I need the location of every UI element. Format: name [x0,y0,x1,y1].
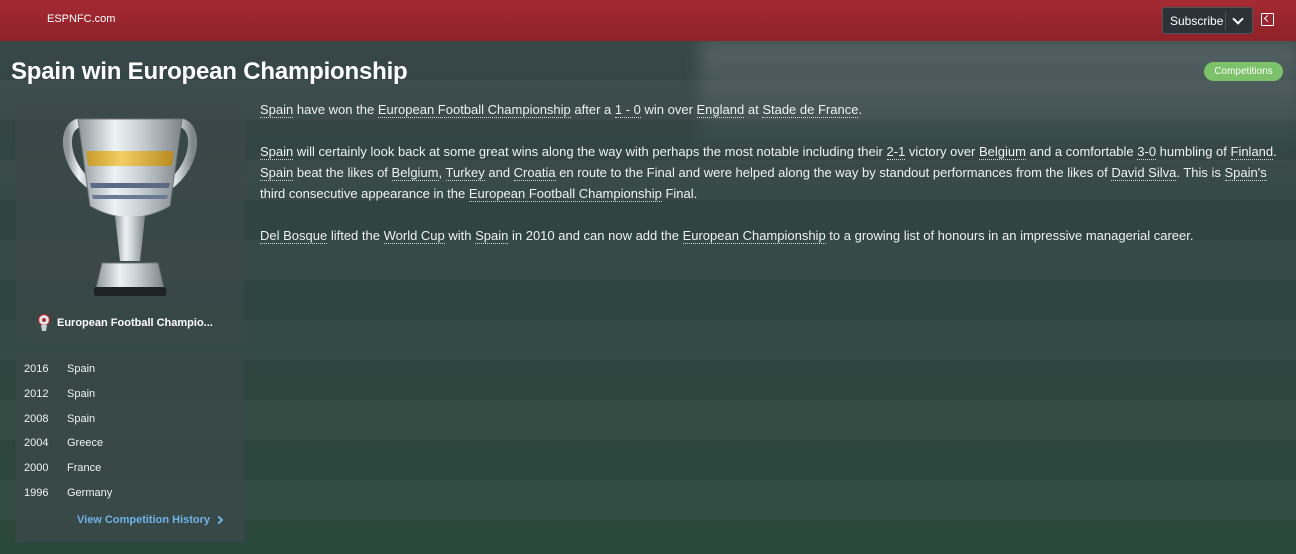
text: in 2010 and can now add the [508,228,683,243]
team-link[interactable]: Spain [260,102,294,118]
score-link[interactable]: 1 - 0 [614,102,641,118]
history-team[interactable]: Spain [67,363,95,375]
competition-name: European Football Champio... [57,317,213,329]
history-year: 1996 [24,487,49,499]
text: and [484,165,514,180]
team-link[interactable]: Spain [260,144,294,160]
history-year: 2004 [24,437,49,449]
text: humbling of [1156,144,1231,159]
history-year: 2012 [24,388,49,400]
history-row: 2012 Spain [24,388,95,400]
article-paragraph-3: Del Bosque lifted the World Cup with Spa… [260,225,1280,246]
article-paragraph-2: Spain will certainly look back at some g… [260,141,1280,204]
team-link[interactable]: Spain [260,165,294,181]
stadium-link[interactable]: Stade de France [762,102,859,118]
text: . [858,102,863,117]
history-row: 2004 Greece [24,437,103,449]
history-row: 2000 France [24,462,101,474]
collapse-panel-icon[interactable] [1261,13,1274,26]
team-link[interactable]: Spain's [1224,165,1267,181]
score-link[interactable]: 2-1 [886,144,906,160]
history-row: 2008 Spain [24,413,95,425]
news-source: ESPNFC.com [47,13,116,25]
subscribe-button[interactable]: Subscribe [1162,7,1253,34]
history-team[interactable]: Spain [67,413,95,425]
text: with [444,228,476,243]
category-badge[interactable]: Competitions [1204,62,1283,81]
history-row: 2016 Spain [24,363,95,375]
team-link[interactable]: Belgium [391,165,439,181]
competition-card: European Football Champio... [15,105,245,342]
text: win over [640,102,697,117]
history-year: 2008 [24,413,49,425]
text: lifted the [327,228,384,243]
team-link[interactable]: Croatia [513,165,556,181]
text: and a comfortable [1025,144,1138,159]
divider [1225,12,1226,30]
subscribe-label: Subscribe [1170,13,1224,28]
manager-link[interactable]: Del Bosque [260,228,328,244]
competition-history-panel: 2016 Spain 2012 Spain 2008 Spain 2004 Gr… [15,352,245,542]
score-link[interactable]: 3-0 [1137,144,1157,160]
text: third consecutive appearance in the [260,186,469,201]
history-team[interactable]: Germany [67,487,112,499]
text: have won the [293,102,378,117]
team-link[interactable]: England [696,102,745,118]
history-team[interactable]: Spain [67,388,95,400]
view-competition-history-link[interactable]: View Competition History [77,514,224,526]
competition-link[interactable]: European Football Championship [468,186,662,202]
competition-link[interactable]: European Football Champio... [37,314,213,332]
history-team[interactable]: Greece [67,437,103,449]
chevron-right-icon [214,515,224,525]
team-link[interactable]: Belgium [979,144,1026,160]
competition-link[interactable]: European Championship [682,228,826,244]
text: Final. [661,186,698,201]
competition-link[interactable]: World Cup [383,228,445,244]
team-link[interactable]: Turkey [445,165,485,181]
history-team[interactable]: France [67,462,101,474]
text: will certainly look back at some great w… [293,144,887,159]
chevron-down-icon [1232,13,1244,25]
article-paragraph-1: Spain have won the European Football Cha… [260,99,1280,120]
article-body: Spain have won the European Football Cha… [260,99,1280,267]
competition-link[interactable]: European Football Championship [377,102,571,118]
competition-logo-icon [37,314,51,331]
text: . This is [1176,165,1225,180]
history-year: 2016 [24,363,49,375]
page-title: Spain win European Championship [11,58,408,85]
text: after a [570,102,615,117]
text: victory over [905,144,979,159]
history-row: 1996 Germany [24,487,112,499]
text: at [744,102,763,117]
text: , [438,165,446,180]
team-link[interactable]: Finland [1230,144,1274,160]
text: beat the likes of [293,165,392,180]
text: en route to the Final and were helped al… [555,165,1112,180]
text: . [1273,144,1277,159]
player-link[interactable]: David Silva [1111,165,1177,181]
team-link[interactable]: Spain [475,228,509,244]
top-bar: ESPNFC.com Subscribe [0,0,1296,41]
history-year: 2000 [24,462,49,474]
view-history-label: View Competition History [77,514,211,526]
trophy-icon [63,118,197,296]
text: to a growing list of honours in an impre… [825,228,1194,243]
